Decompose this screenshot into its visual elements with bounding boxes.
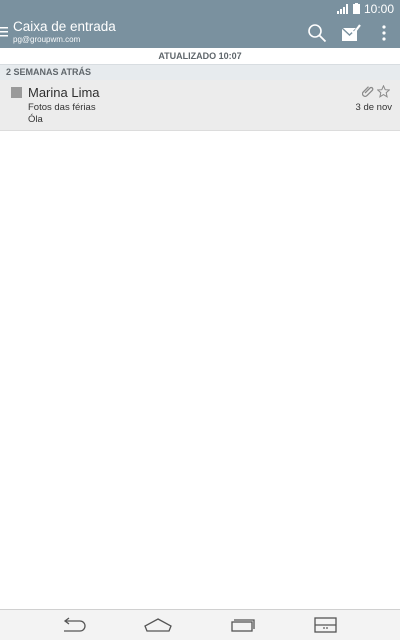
battery-icon (352, 3, 360, 14)
last-updated-label: ATUALIZADO 10:07 (0, 48, 400, 64)
page-title: Caixa de entrada (13, 19, 116, 34)
message-checkbox[interactable] (11, 87, 22, 98)
message-subject: Fotos das férias (28, 102, 96, 113)
message-date: 3 de nov (355, 102, 392, 113)
search-icon (308, 24, 327, 43)
attachment-icon (362, 86, 374, 97)
navigation-bar (0, 609, 400, 640)
message-preview: Óla (28, 114, 43, 125)
back-button[interactable] (58, 614, 90, 636)
menu-icon[interactable] (0, 25, 10, 39)
status-clock: 10:00 (363, 1, 394, 16)
more-options-button[interactable] (372, 21, 396, 45)
select-mail-icon (341, 24, 361, 41)
mailbox-title-block[interactable]: Caixa de entrada pg@groupwm.com (13, 19, 116, 45)
search-button[interactable] (305, 21, 329, 45)
app-bar: Caixa de entrada pg@groupwm.com (0, 17, 400, 48)
status-bar: 10:00 (0, 0, 400, 17)
recent-apps-icon (231, 619, 255, 632)
select-mail-button[interactable] (339, 21, 363, 45)
top-bar: 10:00 Caixa de entrada pg@groupwm.com (0, 0, 400, 48)
more-vert-icon (382, 25, 386, 41)
star-icon[interactable] (377, 85, 390, 98)
list-item[interactable]: Marina Lima Fotos das férias Óla 3 de no… (0, 80, 400, 131)
signal-icon (336, 3, 348, 14)
message-sender: Marina Lima (28, 85, 100, 100)
back-icon (63, 617, 86, 632)
dual-window-button[interactable] (310, 614, 342, 636)
account-email: pg@groupwm.com (13, 35, 81, 44)
home-icon (144, 618, 172, 632)
recent-apps-button[interactable] (227, 614, 259, 636)
home-button[interactable] (142, 614, 174, 636)
section-header: 2 SEMANAS ATRÁS (0, 64, 400, 80)
dual-window-icon (314, 617, 337, 633)
